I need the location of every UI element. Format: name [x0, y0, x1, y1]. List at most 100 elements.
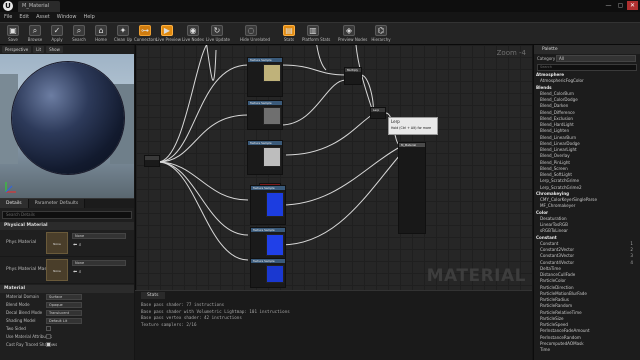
texture-sample-node[interactable]: Texture Sample — [247, 140, 283, 175]
preview-sphere — [12, 62, 124, 174]
multiply-node[interactable]: Multiply — [344, 67, 362, 85]
details-search-input[interactable]: Search Details — [2, 211, 132, 219]
lit-button[interactable]: Lit — [33, 46, 45, 53]
material-output-node[interactable]: M_Material — [398, 142, 426, 234]
category-select[interactable]: All — [556, 55, 636, 62]
decal-blend-mode-select[interactable]: Translucent — [46, 310, 82, 316]
use-material-attributes-row: Use Material Attributes — [6, 334, 53, 339]
palette-item-label: Time — [540, 347, 551, 352]
palette-item-label: Blend_ColorBurn — [540, 90, 575, 96]
palette-item-label: Blends — [536, 84, 552, 90]
browse-icon: ⌕ — [29, 25, 41, 36]
texture-sample-node[interactable]: Texture Sample — [250, 227, 286, 262]
palette-item-label: DeltaTime — [540, 265, 561, 271]
live-nodes-button[interactable]: ◉ Live Nodes — [182, 24, 204, 45]
menu-file[interactable]: File — [4, 12, 12, 22]
search-button[interactable]: ⌕ Search — [68, 24, 90, 45]
texcoord-node[interactable] — [144, 155, 160, 167]
preview-nodes-button[interactable]: ◈ Preview Nodes — [338, 24, 367, 45]
section-material[interactable]: Material — [0, 285, 134, 293]
phys-material-mask-thumbnail[interactable]: None — [46, 259, 68, 281]
hide-unrelated-button[interactable]: ◌ Hide Unrelated — [240, 24, 270, 45]
palette-item-label: Blend_ColorDodge — [540, 97, 578, 102]
home-button[interactable]: ⌂ Home — [90, 24, 112, 45]
home-icon: ⌂ — [95, 25, 107, 36]
phys-material-dropdown[interactable]: None — [72, 233, 126, 239]
menu-bar: File Edit Asset Window Help — [0, 12, 640, 22]
menu-help[interactable]: Help — [83, 12, 94, 22]
browse-button[interactable]: ⌕ Browse — [24, 24, 46, 45]
palette-search-input[interactable]: Search — [537, 64, 637, 71]
phys-material-mask-label: Phys Material Mask — [6, 267, 50, 272]
use-selected-arrow-icon[interactable]: ⬅ ⌕ — [73, 269, 82, 275]
material-domain-select[interactable]: Surface — [46, 294, 82, 300]
palette-panel: Palette Category All Search Atmosphere At… — [533, 45, 640, 360]
palette-item-label: DistanceCullFade — [540, 272, 576, 277]
palette-item-label: Constant4Vector — [540, 259, 575, 265]
palette-item-label: Blend_LinearDodge — [540, 140, 580, 146]
platform-stats-icon: ▥ — [307, 25, 319, 36]
unreal-logo-icon: U — [3, 1, 13, 11]
palette-item-label: ParticleRadius — [540, 297, 569, 302]
texture-sample-node[interactable]: Texture Sample — [250, 258, 286, 288]
close-button[interactable]: ✕ — [627, 1, 638, 10]
tab-parameter-defaults[interactable]: Parameter Defaults — [28, 199, 86, 208]
palette-item-label: Blend_Lighten — [540, 128, 570, 134]
palette-item-label: Blend_HardLight — [540, 122, 574, 127]
hierarchy-button[interactable]: ⌬ Hierarchy — [370, 24, 392, 45]
blend-mode-select[interactable]: Opaque — [46, 302, 82, 308]
shading-model-select[interactable]: Default Lit — [46, 318, 82, 324]
palette-item[interactable]: Time — [534, 347, 640, 353]
palette-item-label: Blend_Screen — [540, 165, 568, 171]
minimize-button[interactable]: — — [603, 1, 614, 10]
palette-item-label: ParticleSpeed — [540, 322, 568, 327]
palette-item-label: sRGBToLinear — [540, 228, 568, 234]
stats-button[interactable]: ▤ Stats — [278, 24, 300, 45]
save-button[interactable]: ▣ Save — [2, 24, 24, 45]
cast-ray-traced-shadows-row: Cast Ray Traced Shadows — [6, 342, 58, 347]
preview-nodes-icon: ◈ — [343, 25, 355, 36]
document-tab[interactable]: M_Material — [18, 1, 60, 12]
live-preview-icon: ▶ — [161, 25, 173, 36]
maximize-button[interactable]: ▢ — [615, 1, 626, 10]
texture-thumbnail — [263, 107, 281, 125]
connectors-button[interactable]: ⊶ Connectors — [134, 24, 157, 45]
toolbar: ▣ Save ⌕ Browse ✓ Apply ⌕ Search ⌂ Home ✦ Clea… — [0, 22, 640, 45]
details-tab-bar: Details Parameter Defaults — [0, 198, 134, 208]
platform-stats-button[interactable]: ▥ Platform Stats — [302, 24, 330, 45]
live-preview-button[interactable]: ▶ Live Preview — [156, 24, 181, 45]
perspective-button[interactable]: Perspective — [2, 46, 32, 53]
graph-wires — [157, 45, 401, 261]
texture-sample-node[interactable]: Texture Sample — [247, 100, 283, 130]
palette-item-label: AtmosphericFogColor — [540, 78, 584, 84]
clean-up-button[interactable]: ✦ Clean Up — [112, 24, 134, 45]
texture-sample-node[interactable]: Texture Sample — [250, 185, 286, 225]
palette-item-label: Desaturation — [540, 215, 567, 221]
menu-asset[interactable]: Asset — [36, 12, 50, 22]
tab-stats[interactable]: Stats — [141, 292, 165, 299]
tab-details[interactable]: Details — [0, 199, 29, 208]
menu-edit[interactable]: Edit — [19, 12, 29, 22]
palette-list: Atmosphere AtmosphericFogColor Blends Blend… — [534, 72, 640, 353]
palette-item-label: PerInstanceRandom — [540, 334, 581, 340]
section-physical-material[interactable]: Physical Material — [0, 222, 134, 230]
window-controls: — ▢ ✕ — [603, 1, 638, 10]
show-button[interactable]: Show — [46, 46, 63, 53]
material-preview-viewport[interactable] — [0, 54, 134, 198]
phys-material-mask-dropdown[interactable]: None — [72, 260, 126, 266]
palette-item-label: ParticleDirection — [540, 284, 574, 290]
shading-model-row: Shading Model Default Lit — [0, 317, 134, 325]
palette-item-label: Blend_SoftLight — [540, 172, 572, 177]
use-material-attributes-checkbox[interactable] — [46, 334, 51, 339]
use-selected-arrow-icon[interactable]: ⬅ ⌕ — [73, 242, 82, 248]
texture-sample-node[interactable]: Texture Sample — [247, 57, 283, 97]
two-sided-checkbox[interactable] — [46, 326, 51, 331]
tab-palette[interactable]: Palette — [534, 45, 640, 54]
material-graph-canvas[interactable]: Texture Sample Texture Sample Texture Sa… — [135, 45, 532, 290]
live-update-button[interactable]: ↻ Live Update — [206, 24, 230, 45]
cast-ray-traced-shadows-checkbox[interactable] — [46, 342, 51, 347]
apply-button[interactable]: ✓ Apply — [46, 24, 68, 45]
phys-material-thumbnail[interactable]: None — [46, 232, 68, 254]
menu-window[interactable]: Window — [57, 12, 77, 22]
lerp-node[interactable]: Lerp — [370, 107, 386, 119]
